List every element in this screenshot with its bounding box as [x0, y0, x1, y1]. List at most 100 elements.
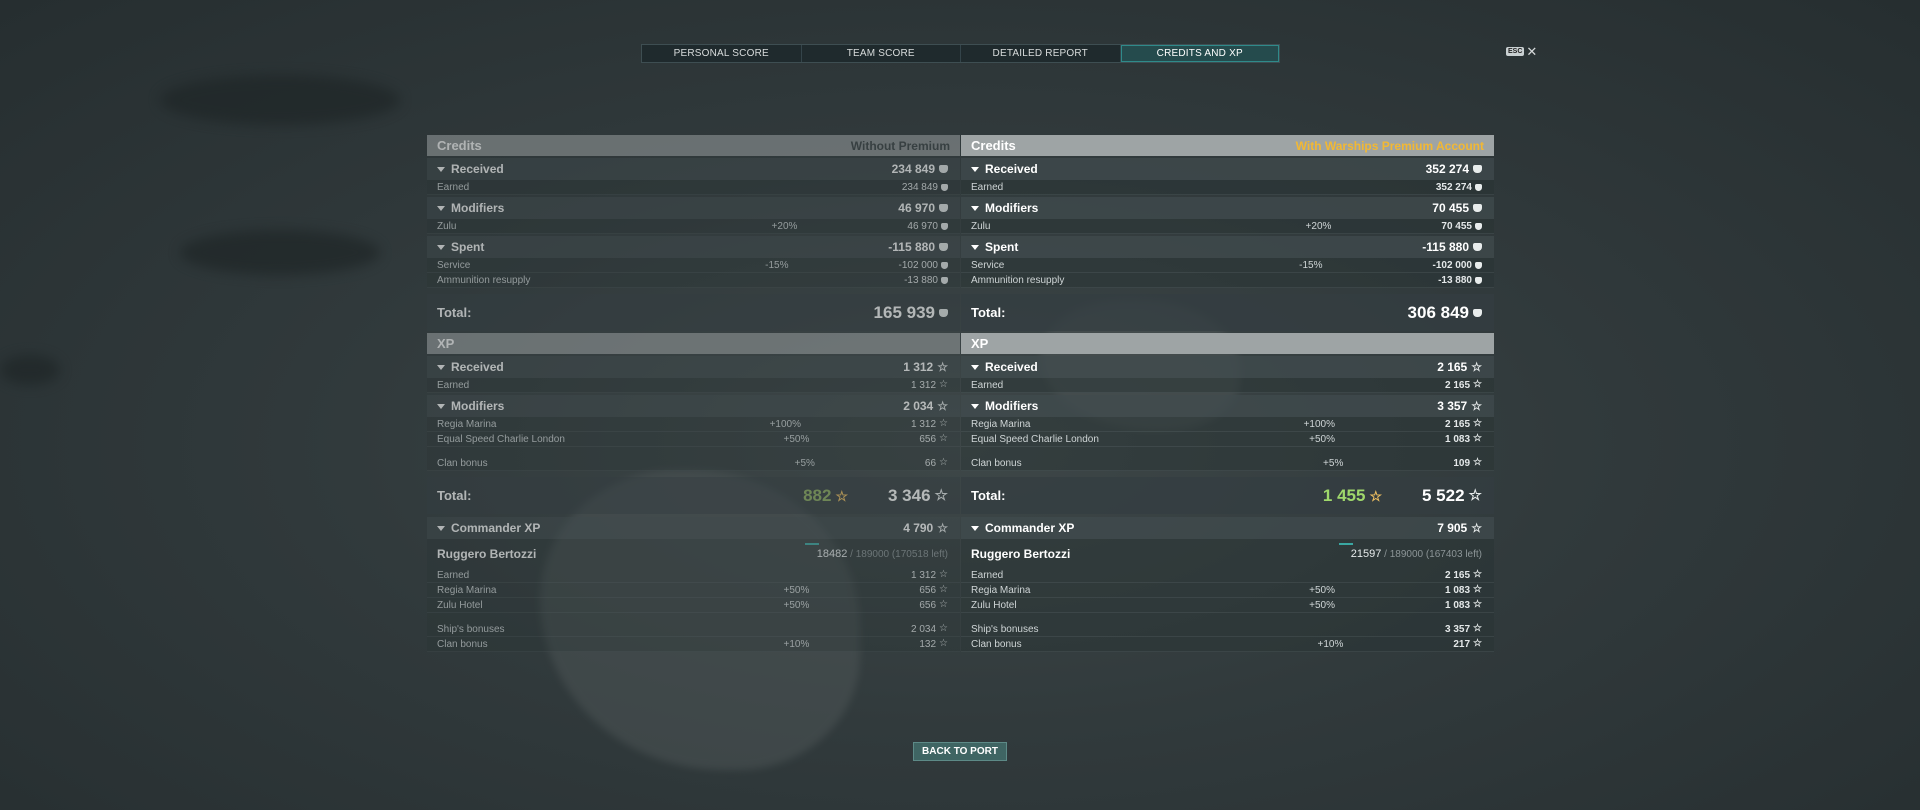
list-item: Ship's bonuses 2 034 ☆ — [427, 622, 960, 637]
credits-icon — [939, 204, 948, 212]
section-value: 352 274 — [1425, 162, 1469, 176]
section-value: 2 034 — [903, 399, 934, 413]
xp-header: XP — [427, 333, 960, 354]
tab-bar: PERSONAL SCORE TEAM SCORE DETAILED REPOR… — [641, 44, 1280, 63]
credits-received-section[interactable]: Received 352 274 — [961, 158, 1494, 180]
xp-total: Total: 1 455 ☆ 5 522 ☆ — [961, 477, 1494, 514]
xp-star-icon: ☆ — [1473, 623, 1482, 634]
item-value: 217 — [1453, 638, 1471, 650]
xp-star-icon: ☆ — [1468, 487, 1482, 504]
credits-spent-section[interactable]: Spent -115 880 — [427, 236, 960, 258]
section-label: Commander XP — [451, 521, 541, 535]
item-label: Ammunition resupply — [971, 274, 1065, 286]
section-label: Modifiers — [451, 201, 505, 215]
xp-star-icon: ☆ — [1473, 638, 1482, 649]
collapse-icon — [437, 244, 445, 250]
commander-name: Ruggero Bertozzi — [971, 546, 1071, 561]
credits-icon — [1475, 261, 1482, 269]
list-item: Zulu Hotel +50% 656 ☆ — [427, 598, 960, 613]
close-icon: ✕ — [1526, 44, 1538, 59]
item-value: 46 970 — [907, 220, 938, 232]
spacer — [961, 447, 1494, 456]
credits-icon — [1475, 183, 1482, 191]
free-xp-star-icon: ☆ — [835, 487, 848, 504]
list-item: Ammunition resupply -13 880 — [961, 273, 1494, 288]
item-value: -13 880 — [1438, 274, 1472, 286]
item-value: 352 274 — [1435, 181, 1472, 193]
credits-modifiers-section[interactable]: Modifiers 70 455 — [961, 197, 1494, 219]
section-label: Modifiers — [985, 399, 1039, 413]
spacer — [427, 447, 960, 456]
credits-icon — [1473, 308, 1482, 317]
credits-title: Credits — [971, 138, 1016, 153]
commander-xp-section[interactable]: Commander XP 7 905 ☆ — [961, 517, 1494, 539]
item-value: 1 312 — [911, 379, 937, 391]
list-item: Regia Marina +50% 656 ☆ — [427, 583, 960, 598]
item-value: -102 000 — [898, 259, 938, 271]
xp-star-icon: ☆ — [937, 521, 948, 535]
item-percent: +50% — [783, 584, 810, 596]
close-button[interactable]: ESC ✕ — [1506, 45, 1537, 58]
item-percent: +5% — [1323, 457, 1344, 469]
spacer — [427, 613, 960, 622]
item-value: 132 — [919, 638, 937, 650]
collapse-icon — [437, 205, 445, 211]
xp-title: XP — [437, 336, 455, 351]
item-label: Regia Marina — [971, 418, 1031, 430]
item-label: Regia Marina — [971, 584, 1031, 596]
collapse-icon — [437, 364, 445, 370]
item-value: 2 165 — [1445, 379, 1471, 391]
xp-star-icon: ☆ — [1473, 599, 1482, 610]
section-label: Received — [985, 360, 1038, 374]
item-label: Zulu Hotel — [437, 599, 483, 611]
section-label: Commander XP — [985, 521, 1075, 535]
item-value: 656 — [919, 599, 937, 611]
item-value: -102 000 — [1432, 259, 1472, 271]
commander-xp-section[interactable]: Commander XP 4 790 ☆ — [427, 517, 960, 539]
xp-star-icon: ☆ — [1473, 433, 1482, 444]
xp-received-section[interactable]: Received 1 312 ☆ — [427, 356, 960, 378]
item-label: Clan bonus — [971, 638, 1022, 650]
credits-received-section[interactable]: Received 234 849 — [427, 158, 960, 180]
item-value: -13 880 — [904, 274, 938, 286]
xp-received-section[interactable]: Received 2 165 ☆ — [961, 356, 1494, 378]
item-label: Zulu — [971, 220, 991, 232]
background-cloud — [0, 355, 60, 385]
tab-detailed-report[interactable]: DETAILED REPORT — [961, 45, 1121, 62]
back-to-port-button[interactable]: BACK TO PORT — [913, 742, 1007, 761]
credits-modifiers-section[interactable]: Modifiers 46 970 — [427, 197, 960, 219]
credits-spent-section[interactable]: Spent -115 880 — [961, 236, 1494, 258]
xp-modifiers-section[interactable]: Modifiers 3 357 ☆ — [961, 395, 1494, 417]
collapse-icon — [437, 403, 445, 409]
credits-title: Credits — [437, 138, 482, 153]
item-label: Clan bonus — [437, 457, 488, 469]
collapse-icon — [971, 525, 979, 531]
item-label: Clan bonus — [971, 457, 1022, 469]
item-value: 1 083 — [1445, 433, 1471, 445]
collapse-icon — [971, 403, 979, 409]
item-value: 1 312 — [911, 569, 937, 581]
list-item: Equal Speed Charlie London +50% 1 083 ☆ — [961, 432, 1494, 447]
credits-icon — [941, 183, 948, 191]
list-item: Zulu Hotel +50% 1 083 ☆ — [961, 598, 1494, 613]
list-item: Earned 1 312 ☆ — [427, 378, 960, 393]
tab-credits-and-xp[interactable]: CREDITS AND XP — [1120, 45, 1279, 62]
item-percent: +100% — [1303, 418, 1335, 430]
item-label: Equal Speed Charlie London — [437, 433, 565, 445]
commander-row: Ruggero Bertozzi 21597 / 189000 (167403 l… — [961, 539, 1494, 568]
progress-current: 18482 — [816, 547, 848, 560]
total-label: Total: — [971, 488, 1006, 503]
item-percent: -15% — [765, 259, 789, 271]
item-label: Earned — [437, 379, 470, 391]
item-label: Ship's bonuses — [437, 623, 505, 635]
xp-star-icon: ☆ — [1473, 457, 1482, 468]
list-item: Equal Speed Charlie London +50% 656 ☆ — [427, 432, 960, 447]
xp-star-icon: ☆ — [934, 487, 948, 504]
tab-team-score[interactable]: TEAM SCORE — [802, 45, 961, 62]
without-premium-column: Credits Without Premium Received 234 849 E… — [427, 135, 960, 652]
credits-header: Credits Without Premium — [427, 135, 960, 156]
list-item: Zulu +20% 46 970 — [427, 219, 960, 234]
tab-personal-score[interactable]: PERSONAL SCORE — [642, 45, 802, 62]
xp-modifiers-section[interactable]: Modifiers 2 034 ☆ — [427, 395, 960, 417]
item-percent: +5% — [794, 457, 815, 469]
